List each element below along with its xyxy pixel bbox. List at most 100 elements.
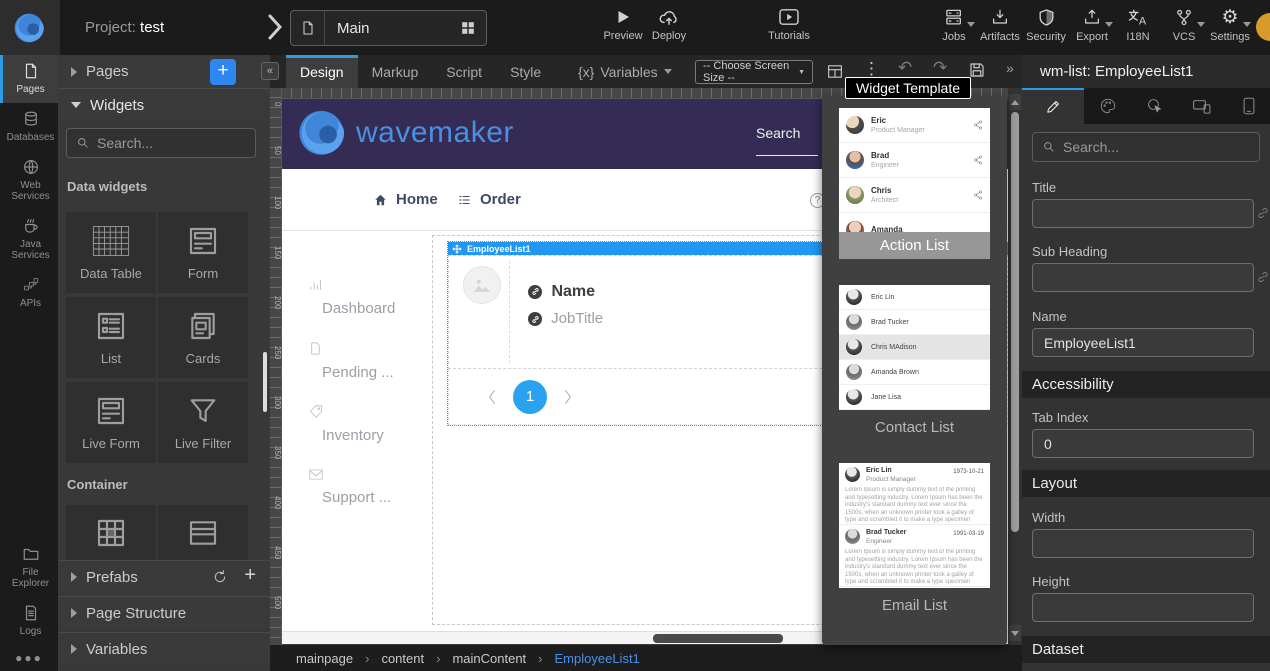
nav-item-order[interactable]: Order: [457, 191, 521, 208]
add-prefab-icon[interactable]: +: [244, 564, 256, 587]
artifacts-button[interactable]: Artifacts: [977, 8, 1023, 43]
settings-button[interactable]: ⚙ Settings: [1207, 8, 1253, 43]
properties-panel: wm-list: EmployeeList1 Title S: [1022, 55, 1270, 671]
scroll-down-icon[interactable]: [1009, 625, 1021, 641]
save-icon[interactable]: [968, 61, 986, 79]
tab-properties[interactable]: [1022, 88, 1084, 124]
section-accessibility[interactable]: Accessibility: [1022, 371, 1270, 398]
widget-template-popup: Eric Product Manager Brad Engineer: [822, 96, 1007, 645]
app-search[interactable]: Search: [756, 125, 818, 156]
breadcrumb-item[interactable]: mainpage: [296, 651, 353, 666]
vscroll-thumb[interactable]: [1011, 112, 1019, 532]
i18n-button[interactable]: A I18N: [1115, 8, 1161, 43]
properties-search-input[interactable]: [1063, 139, 1250, 155]
refresh-icon[interactable]: [212, 569, 228, 585]
rail-item-databases[interactable]: Databases: [0, 103, 58, 151]
section-layout[interactable]: Layout: [1022, 470, 1270, 497]
scroll-up-icon[interactable]: [1009, 94, 1021, 110]
widgets-section-row[interactable]: Widgets: [58, 88, 270, 121]
widget-list[interactable]: List: [66, 297, 156, 378]
current-page-badge[interactable]: 1: [513, 380, 547, 414]
bind-subheading-icon[interactable]: [1256, 270, 1270, 284]
tabindex-input[interactable]: [1032, 429, 1254, 458]
widget-form[interactable]: Form: [158, 212, 248, 293]
tab-design[interactable]: Design: [286, 55, 358, 88]
screen-size-select[interactable]: -- Choose Screen Size -- ▼: [695, 60, 813, 84]
prefabs-section-row[interactable]: Prefabs +: [58, 560, 270, 593]
breadcrumb-item[interactable]: mainContent: [452, 651, 526, 666]
user-badge[interactable]: [1256, 13, 1270, 41]
page-structure-section-row[interactable]: Page Structure: [58, 596, 270, 629]
redo-icon[interactable]: ↷: [933, 58, 947, 78]
nav-item-home[interactable]: Home: [373, 191, 438, 208]
next-page-icon[interactable]: [563, 389, 573, 405]
rail-item-file-explorer[interactable]: File Explorer: [0, 538, 58, 597]
tab-script[interactable]: Script: [432, 55, 496, 88]
breadcrumb-item-active[interactable]: EmployeeList1: [555, 651, 640, 666]
breadcrumb-item[interactable]: content: [381, 651, 424, 666]
variables-menu[interactable]: {x} Variables: [578, 55, 672, 88]
widget-search[interactable]: [66, 128, 256, 158]
list-image-cell[interactable]: [454, 261, 510, 363]
height-input[interactable]: [1032, 593, 1254, 622]
deploy-button[interactable]: Deploy: [646, 8, 692, 42]
widget-search-input[interactable]: [97, 135, 270, 151]
width-input[interactable]: [1032, 529, 1254, 558]
vertical-scrollbar[interactable]: [1008, 88, 1022, 645]
variables-section-row[interactable]: Variables: [58, 632, 270, 665]
menu-item-inventory[interactable]: Inventory: [308, 404, 428, 444]
rail-item-web-services[interactable]: Web Services: [0, 151, 58, 210]
pages-section-row[interactable]: Pages +: [58, 55, 270, 88]
widget-panel[interactable]: [158, 505, 248, 560]
prev-page-icon[interactable]: [487, 389, 497, 405]
collapse-panel-button[interactable]: «: [261, 62, 279, 80]
vcs-button[interactable]: VCS: [1161, 8, 1207, 43]
rail-item-java-services[interactable]: Java Services: [0, 210, 58, 269]
rail-item-apis[interactable]: APIs: [0, 269, 58, 317]
email-list-caption: Email List: [839, 597, 990, 614]
rail-item-logs[interactable]: Logs: [0, 597, 58, 645]
export-button[interactable]: Export: [1069, 8, 1115, 43]
more-options-icon[interactable]: ●●●: [0, 645, 58, 671]
rail-item-pages[interactable]: Pages: [0, 55, 58, 103]
tab-events[interactable]: [1131, 88, 1178, 124]
widget-data-table[interactable]: Data Table: [66, 212, 156, 293]
tab-style[interactable]: Style: [496, 55, 555, 88]
template-action-list[interactable]: Eric Product Manager Brad Engineer: [839, 108, 990, 259]
menu-item-pending[interactable]: Pending ...: [308, 341, 428, 381]
tab-styles[interactable]: [1084, 88, 1131, 124]
hscroll-thumb[interactable]: [653, 634, 783, 643]
undo-icon[interactable]: ↶: [898, 58, 912, 78]
menu-item-support[interactable]: Support ...: [308, 468, 428, 506]
tab-markup[interactable]: Markup: [358, 55, 433, 88]
bind-title-icon[interactable]: [1256, 206, 1270, 220]
properties-search[interactable]: [1032, 132, 1260, 162]
preview-button[interactable]: Preview: [600, 8, 646, 42]
wavemaker-logo[interactable]: [0, 0, 60, 55]
canvas-layout-icon[interactable]: [826, 63, 844, 80]
menu-item-dashboard[interactable]: Dashboard: [308, 277, 428, 317]
expand-panel-icon[interactable]: »: [1006, 60, 1014, 76]
title-input[interactable]: [1032, 199, 1254, 228]
template-contact-list[interactable]: Eric Lin Brad Tucker Chris MAdison Amand…: [839, 285, 990, 436]
section-dataset[interactable]: Dataset: [1022, 636, 1270, 663]
tab-devices[interactable]: [1178, 88, 1225, 124]
add-page-button[interactable]: +: [210, 59, 236, 85]
widget-cards[interactable]: Cards: [158, 297, 248, 378]
pages-grid-icon[interactable]: [460, 20, 476, 36]
name-input[interactable]: [1032, 328, 1254, 357]
subheading-input[interactable]: [1032, 263, 1254, 292]
panel-scrollbar[interactable]: [263, 352, 267, 412]
security-button[interactable]: Security: [1023, 8, 1069, 43]
more-menu-icon[interactable]: ⋮: [863, 59, 880, 79]
tutorials-button[interactable]: Tutorials: [766, 8, 812, 42]
tab-more[interactable]: [1225, 88, 1270, 124]
template-email-list[interactable]: Eric Lin Product Manager 1973-10-21 Lore…: [839, 463, 990, 614]
width-label: Width: [1032, 510, 1065, 525]
chevron-right-icon[interactable]: [268, 14, 282, 40]
widget-live-filter[interactable]: Live Filter: [158, 382, 248, 463]
jobs-button[interactable]: Jobs: [931, 8, 977, 43]
page-tab-main[interactable]: Main: [290, 10, 487, 46]
widget-live-form[interactable]: Live Form: [66, 382, 156, 463]
widget-grid-layout[interactable]: [66, 505, 156, 560]
